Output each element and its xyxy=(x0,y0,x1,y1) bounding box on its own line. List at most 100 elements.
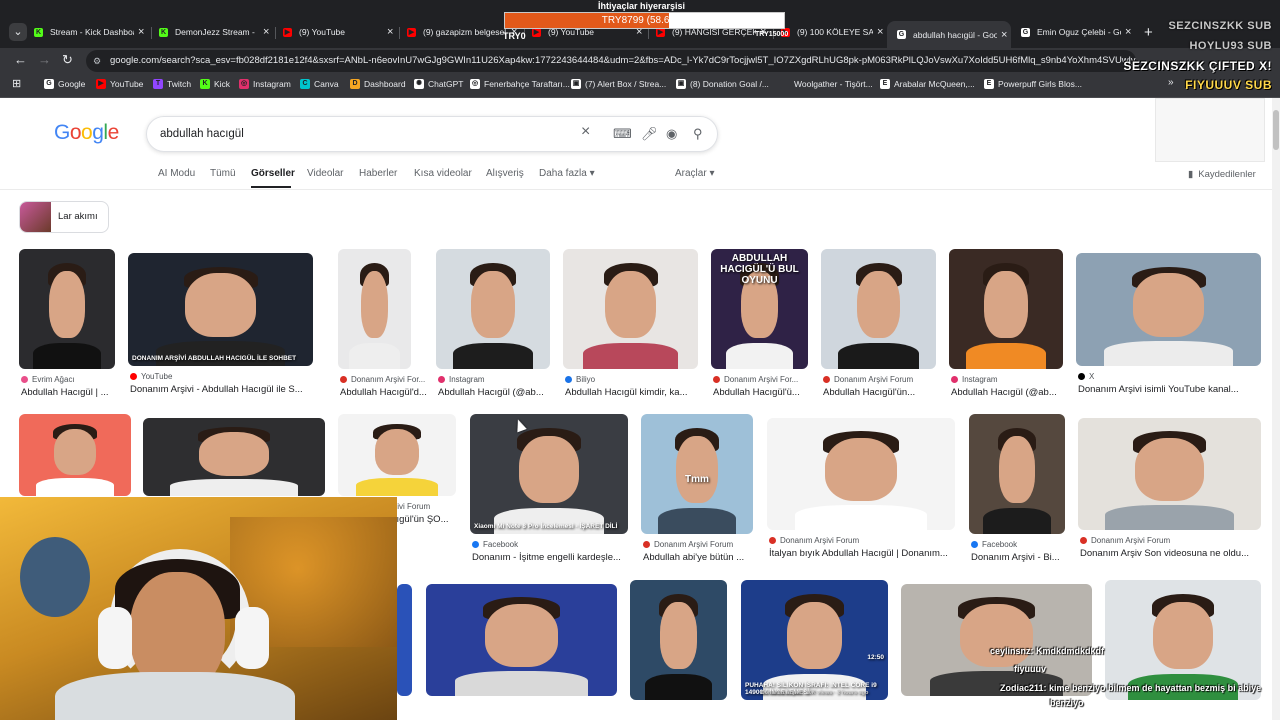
browser-tab[interactable]: K DemonJezz Stream - × xyxy=(155,22,273,42)
lens-icon[interactable]: ◉ xyxy=(666,126,677,142)
image-result-thumbnail[interactable] xyxy=(563,249,698,369)
browser-tab[interactable]: ▶(9) 100 KÖLEYE SAHİP× xyxy=(777,22,887,42)
result-source[interactable]: Donanım Arşivi Forum xyxy=(643,540,775,549)
image-result-thumbnail[interactable] xyxy=(630,580,727,700)
bookmark-item[interactable]: D Dashboard xyxy=(350,79,406,89)
image-result-thumbnail[interactable] xyxy=(1105,580,1261,700)
bookmark-item[interactable]: K Kick xyxy=(200,79,230,89)
bookmark-item[interactable]: T Twitch xyxy=(153,79,191,89)
image-result-thumbnail[interactable] xyxy=(436,249,550,369)
result-caption[interactable]: Donanım - İşitme engelli kardeşle... xyxy=(472,552,670,563)
result-source[interactable]: X xyxy=(1078,372,1280,381)
browser-tab[interactable]: K Stream - Kick Dashboard × xyxy=(30,22,148,42)
image-result-thumbnail[interactable]: DONANIM ARŞİVİ ABDULLAH HACIGÜL İLE SOHB… xyxy=(128,253,313,366)
search-tab[interactable]: Videolar xyxy=(307,168,344,179)
google-logo[interactable]: Google xyxy=(54,121,119,145)
result-source[interactable]: Donanım Arşivi Forum xyxy=(823,375,958,384)
keyboard-icon[interactable]: ⌨ xyxy=(613,126,632,142)
browser-tab[interactable]: G Emin Oguz Çelebi - Google × xyxy=(1017,22,1135,42)
bookmark-item[interactable]: E Powerpuff Girls Blos... xyxy=(984,79,1082,89)
result-caption[interactable]: İtalyan bıyık Abdullah Hacıgül | Donanım… xyxy=(769,548,997,559)
site-info-icon[interactable]: ⚙ xyxy=(93,50,101,72)
result-source[interactable]: Donanım Arşivi Forum xyxy=(1080,536,1280,545)
image-result-thumbnail[interactable] xyxy=(1076,253,1261,366)
result-caption[interactable]: Donanım Arşivi isimli YouTube kanal... xyxy=(1078,384,1270,395)
new-tab-button[interactable]: + xyxy=(1144,24,1153,41)
bookmark-item[interactable]: Woolgather - Tişört... xyxy=(780,79,873,89)
bookmark-item[interactable]: ✺ ChatGPT xyxy=(414,79,463,89)
search-tab[interactable]: Daha fazla ▾ xyxy=(539,168,595,179)
tab-close-icon[interactable]: × xyxy=(1125,26,1135,38)
result-source[interactable]: Donanım Arşivi Forum xyxy=(769,536,977,545)
scrollbar-thumb[interactable] xyxy=(1273,110,1279,150)
image-result-thumbnail[interactable] xyxy=(821,249,936,369)
microphone-icon[interactable]: 🎤︎ xyxy=(641,126,658,142)
bookmark-item[interactable]: ◎ Instagram xyxy=(239,79,291,89)
image-result-thumbnail[interactable] xyxy=(19,249,115,369)
image-result-thumbnail[interactable] xyxy=(338,414,456,496)
result-source[interactable]: Facebook xyxy=(971,540,1087,549)
more-bookmarks-icon[interactable]: » xyxy=(1168,77,1174,88)
result-caption[interactable]: Abdullah Hacıgül'd... xyxy=(340,387,453,398)
image-result-thumbnail[interactable] xyxy=(19,414,131,496)
tab-close-icon[interactable]: × xyxy=(387,26,397,38)
scrollbar[interactable] xyxy=(1272,98,1280,720)
search-tab[interactable]: Tümü xyxy=(210,168,236,179)
forward-button[interactable]: → xyxy=(38,52,51,67)
result-source[interactable]: Donanım Arşivi For... xyxy=(340,375,433,384)
clear-icon[interactable]: × xyxy=(581,123,590,141)
preview-panel[interactable] xyxy=(1155,98,1265,162)
tab-close-icon[interactable]: × xyxy=(1001,29,1011,41)
result-source[interactable]: Evrim Ağacı xyxy=(21,375,137,384)
image-result-thumbnail[interactable] xyxy=(1078,418,1261,530)
browser-tab[interactable]: ▶ (9) YouTube × xyxy=(279,22,397,42)
search-tab[interactable]: Alışveriş xyxy=(486,168,524,179)
search-query[interactable]: abdullah hacıgül xyxy=(160,117,244,151)
saved-button[interactable]: ▮ Kaydedilenler xyxy=(1188,169,1256,180)
bookmark-item[interactable]: C Canva xyxy=(300,79,339,89)
bookmark-item[interactable]: ▣ (8) Donation Goal /... xyxy=(676,79,769,89)
image-result-thumbnail[interactable] xyxy=(338,249,411,369)
tools-button[interactable]: Araçlar ▾ xyxy=(675,168,714,179)
image-result-thumbnail[interactable] xyxy=(397,584,412,696)
tab-close-icon[interactable]: × xyxy=(138,26,148,38)
search-icon[interactable]: ⚲ xyxy=(693,126,703,142)
result-source[interactable]: Donanım Arşivi For... xyxy=(713,375,830,384)
result-source[interactable]: Instagram xyxy=(951,375,1085,384)
tab-close-icon[interactable]: × xyxy=(263,26,273,38)
bookmark-item[interactable]: G Google xyxy=(44,79,85,89)
back-button[interactable]: ← xyxy=(14,52,27,67)
address-bar[interactable]: ⚙ google.com/search?sca_esv=fb028df2181e… xyxy=(86,50,1136,72)
result-source[interactable]: YouTube xyxy=(130,372,335,381)
image-result-thumbnail[interactable]: ABDULLAH HACIGÜL'Ü BUL OYUNU xyxy=(711,249,808,369)
bookmark-item[interactable]: ▣ (7) Alert Box / Strea... xyxy=(571,79,666,89)
result-source[interactable]: Biliyo xyxy=(565,375,720,384)
image-result-thumbnail[interactable]: Xiaomi Mi Note 8 Pro İncelemesi - İŞARET… xyxy=(470,414,628,534)
search-tab[interactable]: Kısa videolar xyxy=(414,168,472,179)
search-box[interactable]: abdullah hacıgül × ⌨ 🎤︎ ◉ ⚲ xyxy=(146,116,718,152)
image-result-thumbnail[interactable] xyxy=(901,584,1092,696)
search-tab[interactable]: Görseller xyxy=(251,168,295,179)
image-result-thumbnail[interactable] xyxy=(426,584,617,696)
bookmark-item[interactable]: ◎ Fenerbahçe Taraftarı... xyxy=(470,79,570,89)
search-tab[interactable]: Haberler xyxy=(359,168,397,179)
image-result-thumbnail[interactable] xyxy=(949,249,1063,369)
bookmark-item[interactable]: E Arabalar McQueen,... xyxy=(880,79,975,89)
browser-tab[interactable]: Gabdullah hacıgül - Google × xyxy=(887,21,1011,48)
image-result-thumbnail[interactable] xyxy=(143,418,325,496)
apps-icon[interactable]: ⊞ xyxy=(12,77,21,90)
related-search-chip[interactable]: Lar akımı xyxy=(19,201,109,233)
image-result-thumbnail[interactable] xyxy=(969,414,1065,534)
bookmark-item[interactable]: ▶ YouTube xyxy=(96,79,143,89)
result-caption[interactable]: Donanım Arşiv Son videosuna ne oldu... xyxy=(1080,548,1270,559)
result-source[interactable]: Facebook xyxy=(472,540,650,549)
result-source[interactable]: Instagram xyxy=(438,375,572,384)
reload-button[interactable]: ↻ xyxy=(62,52,73,68)
tab-search-button[interactable]: ⌄ xyxy=(9,23,27,41)
image-result-thumbnail[interactable]: PUHAHA! SİLİKON İSRAFI: INTEL CORE i9 14… xyxy=(741,580,888,700)
image-result-thumbnail[interactable]: Tmm xyxy=(641,414,753,534)
tab-close-icon[interactable]: × xyxy=(877,26,887,38)
result-caption[interactable]: Donanım Arşivi - Abdullah Hacıgül ile S.… xyxy=(130,384,355,395)
image-result-thumbnail[interactable] xyxy=(767,418,955,530)
search-tab[interactable]: AI Modu xyxy=(158,168,195,179)
